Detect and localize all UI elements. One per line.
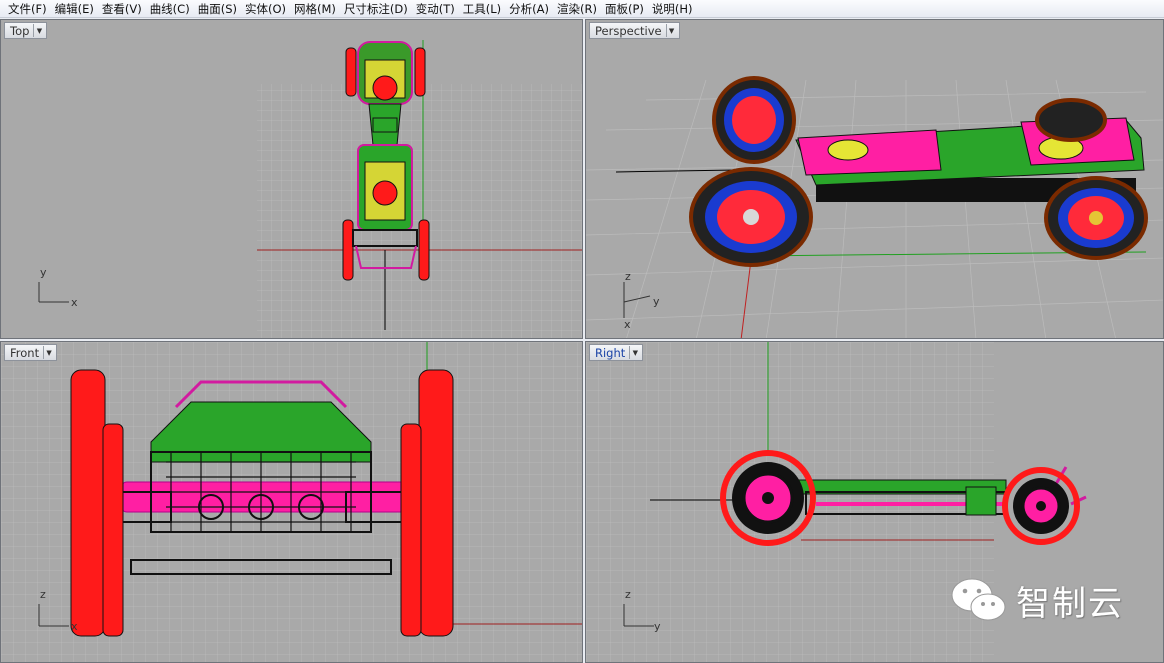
- viewport-front[interactable]: Front ▼ z x: [0, 341, 583, 663]
- menu-view[interactable]: 查看(V): [98, 1, 146, 17]
- viewport-label: Top: [10, 23, 30, 38]
- menu-surface[interactable]: 曲面(S): [194, 1, 241, 17]
- menu-edit[interactable]: 编辑(E): [51, 1, 98, 17]
- axis-z-label: z: [625, 588, 631, 601]
- menu-mesh[interactable]: 网格(M): [290, 1, 340, 17]
- menu-bar: 文件(F) 编辑(E) 查看(V) 曲线(C) 曲面(S) 实体(O) 网格(M…: [0, 0, 1164, 18]
- menu-dimension[interactable]: 尺寸标注(D): [340, 1, 412, 17]
- chevron-down-icon[interactable]: ▼: [43, 346, 54, 359]
- axis-x-label: x: [71, 620, 78, 633]
- menu-curve[interactable]: 曲线(C): [146, 1, 194, 17]
- axis-indicator-top: y x: [38, 266, 78, 309]
- perspective-view-canvas: z y x: [586, 76, 1163, 338]
- axis-y-label: y: [654, 620, 661, 633]
- viewport-tab-top[interactable]: Top ▼: [4, 22, 48, 39]
- watermark-text: 智制云: [1016, 583, 1124, 624]
- viewport-top[interactable]: Top ▼ y x: [0, 19, 583, 339]
- viewport-tab-right[interactable]: Right ▼: [589, 344, 644, 361]
- menu-file[interactable]: 文件(F): [4, 1, 51, 17]
- viewport-label: Right: [595, 345, 626, 360]
- menu-transform[interactable]: 变动(T): [412, 1, 459, 17]
- viewport-label: Front: [10, 345, 40, 360]
- top-view-canvas: y x: [38, 40, 582, 338]
- chevron-down-icon[interactable]: ▼: [665, 24, 677, 37]
- front-view-canvas: z x: [1, 342, 582, 662]
- menu-analyze[interactable]: 分析(A): [505, 1, 553, 17]
- menu-panels[interactable]: 面板(P): [601, 1, 648, 17]
- axis-x-label: x: [624, 318, 631, 331]
- menu-solid[interactable]: 实体(O): [241, 1, 290, 17]
- viewport-label: Perspective: [595, 23, 662, 38]
- chevron-down-icon[interactable]: ▼: [629, 346, 640, 359]
- axis-z-label: z: [625, 270, 631, 283]
- menu-render[interactable]: 渲染(R): [553, 1, 601, 17]
- viewport-perspective[interactable]: Perspective ▼ z y x: [585, 19, 1164, 339]
- wechat-icon: [951, 578, 1006, 621]
- menu-tools[interactable]: 工具(L): [459, 1, 505, 17]
- axis-z-label: z: [40, 588, 46, 601]
- chevron-down-icon[interactable]: ▼: [33, 24, 44, 37]
- axis-indicator-perspective: z y x: [623, 270, 660, 331]
- viewport-tab-perspective[interactable]: Perspective ▼: [589, 22, 680, 39]
- menu-help[interactable]: 说明(H): [648, 1, 697, 17]
- watermark: 智制云: [950, 575, 1124, 625]
- vehicle-perspective: [689, 76, 1148, 267]
- axis-y-label: y: [40, 266, 47, 279]
- axis-y-label: y: [653, 295, 660, 308]
- viewport-tab-front[interactable]: Front ▼: [4, 344, 58, 361]
- axis-x-label: x: [71, 296, 78, 309]
